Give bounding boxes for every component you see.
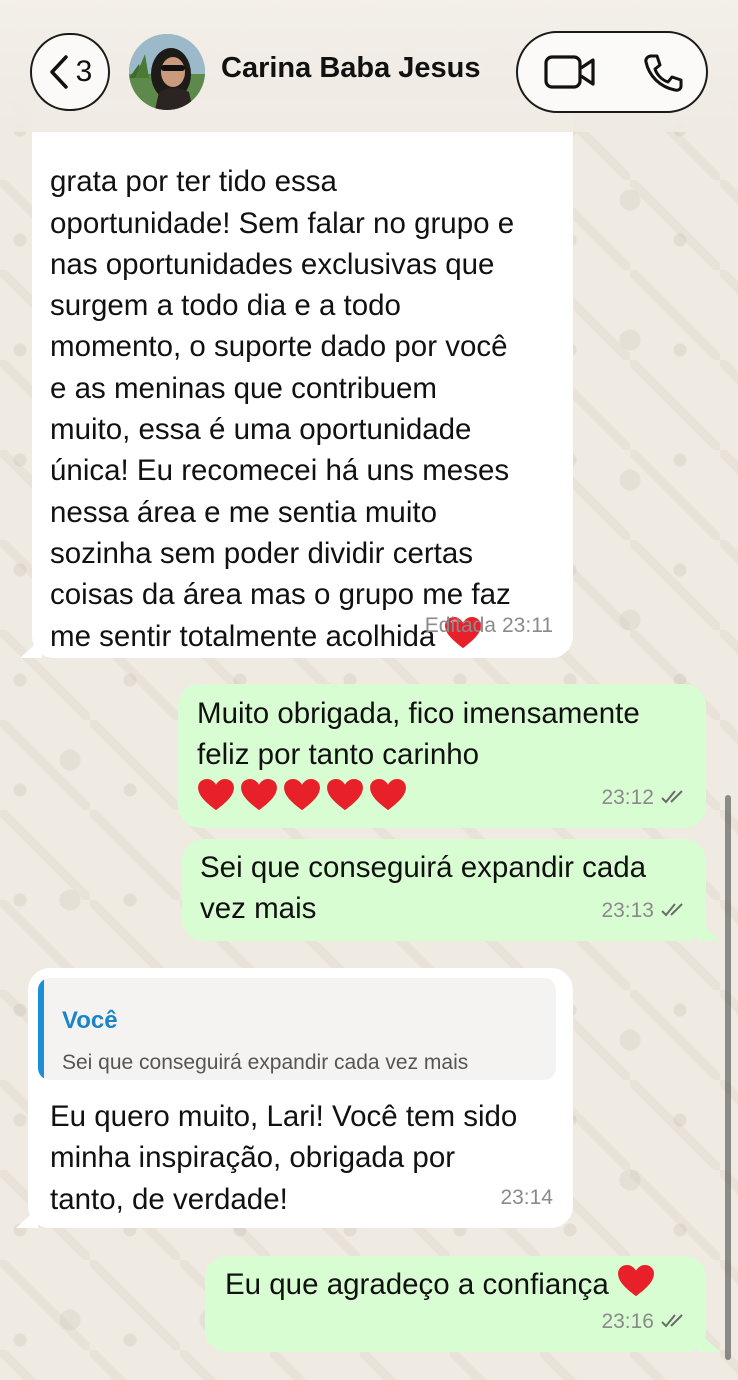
contact-name[interactable]: Carina Baba Jesus	[221, 52, 481, 85]
message-incoming-1[interactable]: grata por ter tido essa oportunidade! Se…	[32, 100, 573, 658]
message-text: Sei que conseguirá expandir cada vez mai…	[200, 851, 647, 926]
message-time: 23:12	[601, 785, 654, 809]
chat-header: 3 Carina Baba Jesus	[0, 0, 738, 132]
heart-emoji-icon	[618, 1264, 654, 1297]
heart-emoji-icon	[198, 778, 234, 811]
quote-text: Sei que conseguirá expandir cada vez mai…	[62, 1051, 469, 1074]
message-meta: 23:13	[601, 890, 688, 931]
video-call-icon[interactable]	[544, 54, 596, 90]
message-meta: 23:16	[601, 1301, 688, 1342]
call-actions	[516, 31, 708, 113]
quote-accent-bar	[38, 978, 44, 1080]
phone-call-icon[interactable]	[642, 53, 684, 93]
scrollbar[interactable]	[725, 795, 731, 1360]
heart-emoji-icon	[284, 778, 320, 811]
double-check-icon	[661, 1314, 683, 1328]
message-incoming-2[interactable]: Você Sei que conseguirá expandir cada ve…	[28, 968, 573, 1228]
message-time: 23:11	[502, 613, 553, 637]
edited-label: Editada	[424, 613, 496, 637]
message-time: 23:16	[601, 1309, 654, 1333]
message-meta: 23:12	[601, 777, 688, 818]
message-outgoing-3[interactable]: Eu que agradeço a confiança 23:16	[205, 1256, 706, 1352]
message-text: grata por ter tido essa oportunidade! Se…	[50, 165, 515, 653]
avatar[interactable]	[129, 34, 205, 110]
heart-emoji-row	[197, 778, 407, 812]
double-check-icon	[661, 790, 683, 804]
heart-emoji-icon	[327, 778, 363, 811]
quote-author: Você	[62, 1007, 118, 1034]
quoted-message[interactable]: Você Sei que conseguirá expandir cada ve…	[38, 978, 556, 1080]
message-meta: 23:14	[500, 1177, 553, 1218]
message-time: 23:13	[601, 898, 654, 922]
message-meta: Editada 23:11	[425, 605, 553, 646]
avatar-photo	[129, 34, 205, 110]
message-text: Muito obrigada, fico imensamente feliz p…	[197, 697, 640, 772]
double-check-icon	[661, 903, 683, 917]
chevron-left-icon	[49, 55, 68, 89]
message-text: Eu que agradeço a confiança	[225, 1264, 655, 1305]
message-text: Eu quero muito, Lari! Você tem sido minh…	[50, 1100, 518, 1216]
heart-emoji-icon	[370, 778, 406, 811]
message-outgoing-2[interactable]: Sei que conseguirá expandir cada vez mai…	[182, 839, 706, 941]
heart-emoji-icon	[241, 778, 277, 811]
message-outgoing-1[interactable]: Muito obrigada, fico imensamente feliz p…	[178, 684, 706, 828]
back-button[interactable]: 3	[30, 33, 110, 111]
message-time: 23:14	[500, 1185, 553, 1209]
unread-count: 3	[75, 55, 93, 88]
